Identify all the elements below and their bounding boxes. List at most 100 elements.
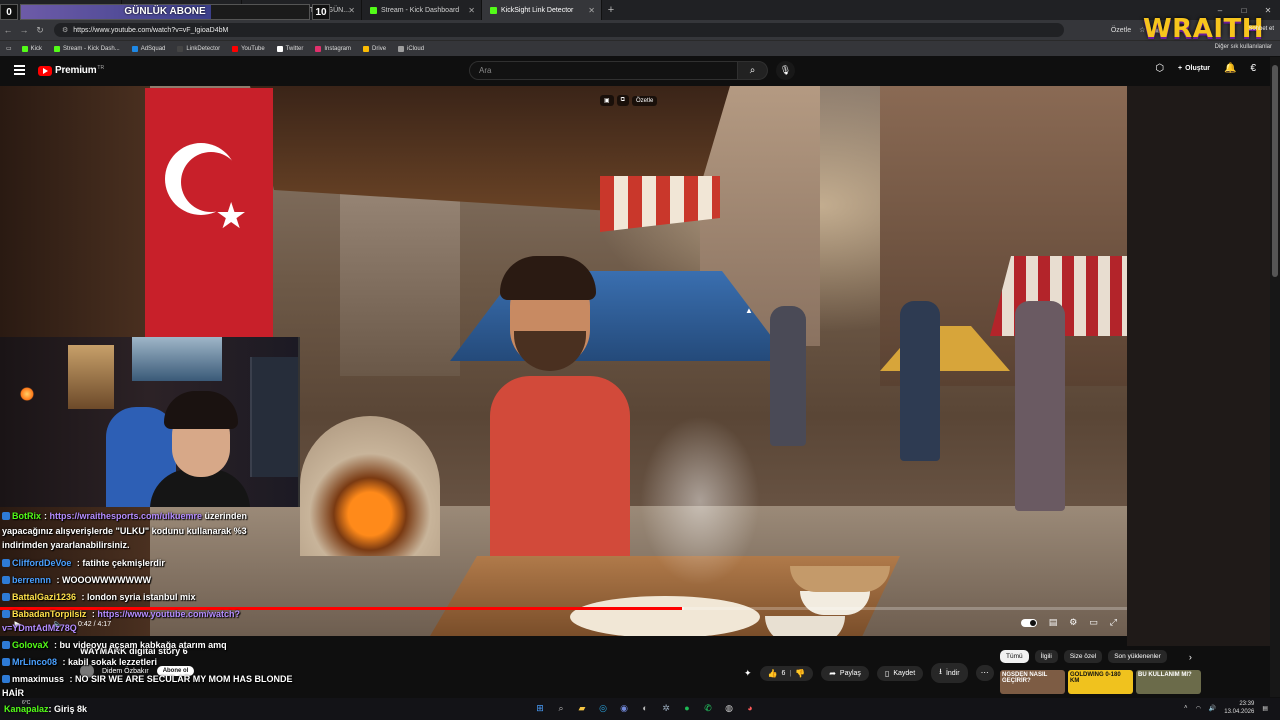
chat-link[interactable]: v=YDmtAdMz78Q bbox=[2, 623, 77, 633]
autoplay-toggle[interactable] bbox=[1020, 618, 1037, 627]
scrollbar-thumb[interactable] bbox=[1272, 65, 1278, 277]
menu-icon[interactable] bbox=[14, 65, 25, 75]
chevron-right-icon[interactable]: › bbox=[1189, 652, 1192, 662]
bookmark-label: Drive bbox=[372, 45, 387, 52]
bookmark-item[interactable]: Kick bbox=[21, 45, 43, 52]
site-info-icon[interactable]: ⚙ bbox=[62, 26, 68, 34]
pip-icon[interactable]: ▣ bbox=[600, 95, 614, 106]
windows-taskbar: ⊞ ⌕ ▰ ◎ ◉ ◐ ✲ ● ✆ ◍ ◕ ˄ ◠ 🔊 23:39 13.04.2… bbox=[0, 698, 1280, 720]
chat-text: üzerinden bbox=[202, 511, 248, 521]
clock-date: 13.04.2026 bbox=[1224, 709, 1255, 715]
chip-all[interactable]: Tümü bbox=[1000, 650, 1029, 663]
chat-link[interactable]: https://wraithesports.com/ulkuemre bbox=[50, 511, 203, 521]
back-icon[interactable]: ← bbox=[0, 25, 16, 35]
voice-search-icon[interactable]: 🎙 bbox=[776, 61, 795, 80]
miniplayer-icon[interactable]: ▭ bbox=[1089, 617, 1098, 628]
forward-icon[interactable]: → bbox=[16, 25, 32, 35]
download-button[interactable]: ⭳ İndir bbox=[931, 663, 968, 683]
wifi-icon[interactable]: ◠ bbox=[1196, 705, 1201, 712]
new-tab-button[interactable]: + bbox=[602, 4, 620, 16]
chat-text: yapacağınız alışverişlerde "ULKU" kodunu… bbox=[2, 526, 247, 536]
file-explorer-icon[interactable]: ▰ bbox=[575, 701, 589, 715]
url-text: https://www.youtube.com/watch?v=vF_Igioa… bbox=[73, 26, 229, 34]
subtitles-icon[interactable]: ▤ bbox=[1049, 617, 1058, 628]
settings-icon[interactable]: ⚙ bbox=[1069, 617, 1077, 628]
chat-message-line: mmaximuss : NO SIR WE ARE SECULAR MY MOM… bbox=[2, 673, 293, 685]
chat-link[interactable]: https://www.youtube.com/watch? bbox=[97, 609, 240, 619]
obs-icon[interactable]: ◍ bbox=[722, 701, 736, 715]
speaker-icon[interactable]: 🔊 bbox=[1209, 705, 1216, 712]
cast-icon[interactable]: ⬡ bbox=[1155, 63, 1164, 74]
steam bbox=[640, 416, 760, 586]
settings-app-icon[interactable]: ✲ bbox=[659, 701, 673, 715]
start-icon[interactable]: ⊞ bbox=[533, 701, 547, 715]
bookmark-item[interactable]: Twitter bbox=[276, 45, 303, 52]
summarize-button[interactable]: Özetle bbox=[1111, 27, 1131, 34]
chrome-icon[interactable]: ◕ bbox=[743, 701, 757, 715]
bookmark-item[interactable]: Drive bbox=[363, 45, 387, 52]
bookmark-item[interactable]: Instagram bbox=[315, 45, 351, 52]
notifications-icon[interactable]: 🔔 bbox=[1224, 63, 1236, 74]
youtube-logo[interactable]: Premium TR bbox=[38, 65, 104, 76]
youtube-header: Premium TR Ara ⌕ 🎙 ⬡ + Oluştur 🔔 € bbox=[0, 57, 1280, 85]
fullscreen-icon[interactable]: ⤢ bbox=[1110, 617, 1117, 628]
tab-close-icon[interactable]: ✕ bbox=[588, 6, 595, 15]
chat-message-line: BotRix: https://wraithesports.com/ulkuem… bbox=[2, 510, 247, 522]
related-video-thumbnail[interactable]: BU KULLANIM MI? bbox=[1136, 670, 1201, 694]
tray-chevron-icon[interactable]: ˄ bbox=[1184, 705, 1188, 711]
like-button[interactable]: 👍 6 | 👎 bbox=[759, 665, 814, 681]
more-actions-icon[interactable]: ⋯ bbox=[975, 665, 994, 681]
browser-tab[interactable]: Stream - Kick Dashboard ✕ bbox=[362, 0, 482, 20]
tab-label: Stream - Kick Dashboard bbox=[381, 6, 460, 14]
bookmark-item[interactable]: LinkDetector bbox=[177, 45, 220, 52]
streamer-webcam bbox=[0, 337, 300, 507]
search-taskbar-icon[interactable]: ⌕ bbox=[554, 701, 568, 715]
steam-icon[interactable]: ◐ bbox=[638, 701, 652, 715]
goal-current-count: 0 bbox=[0, 4, 18, 20]
account-icon[interactable]: € bbox=[1250, 63, 1256, 74]
related-video-thumbnail[interactable]: GOLDWING 0-180 KM bbox=[1068, 670, 1133, 694]
spotify-icon[interactable]: ● bbox=[680, 701, 694, 715]
bookmark-item[interactable]: AdSquad bbox=[131, 45, 165, 52]
ai-icon[interactable]: ✦ bbox=[744, 668, 752, 679]
tab-close-icon[interactable]: ✕ bbox=[468, 6, 475, 15]
thumbs-down-icon[interactable]: 👎 bbox=[795, 669, 805, 678]
search-button[interactable]: ⌕ bbox=[738, 61, 768, 80]
share-button[interactable]: ➦ Paylaş bbox=[821, 665, 869, 681]
edge-icon[interactable]: ◎ bbox=[596, 701, 610, 715]
chat-text: HAİR bbox=[2, 688, 24, 698]
chat-text: : WOOOWWWWWWW bbox=[54, 575, 151, 585]
bookmark-item[interactable]: iCloud bbox=[398, 45, 424, 52]
screen-icon[interactable]: ⧉ bbox=[616, 95, 629, 106]
reload-icon[interactable]: ↻ bbox=[32, 25, 48, 36]
bookmark-item[interactable]: Stream - Kick Dash... bbox=[54, 45, 120, 52]
save-button[interactable]: ▯ Kaydet bbox=[876, 665, 924, 681]
browser-tab[interactable]: KickSight Link Detector ✕ bbox=[482, 0, 602, 20]
other-bookmarks[interactable]: Diğer sık kullanılanlar bbox=[1215, 44, 1272, 50]
create-button[interactable]: + Oluştur bbox=[1178, 65, 1210, 72]
notification-center-icon[interactable]: ▤ bbox=[1262, 705, 1268, 712]
page-scrollbar[interactable] bbox=[1270, 57, 1280, 697]
chip-for-you[interactable]: Size özel bbox=[1063, 650, 1103, 663]
related-thumbnails: NGSDEN NASIL GEÇİRİR? GOLDWING 0-180 KM BU… bbox=[1000, 670, 1201, 694]
related-video-thumbnail[interactable]: NGSDEN NASIL GEÇİRİR? bbox=[1000, 670, 1065, 694]
chip-related[interactable]: İlgili bbox=[1034, 650, 1058, 663]
chat-badge-icon bbox=[2, 641, 10, 649]
bookmark-label: Kick bbox=[30, 45, 43, 52]
chip-recent[interactable]: Son yüklenenler bbox=[1108, 650, 1167, 663]
clock[interactable]: 23:39 13.04.2026 bbox=[1224, 700, 1254, 716]
chat-button[interactable]: Sohbet et bbox=[1248, 26, 1274, 32]
tab-close-icon[interactable]: ✕ bbox=[348, 6, 355, 15]
summarize-video-button[interactable]: Özetle bbox=[631, 95, 658, 106]
taskbar-apps: ⊞ ⌕ ▰ ◎ ◉ ◐ ✲ ● ✆ ◍ ◕ bbox=[533, 701, 757, 715]
bookmark-favicon-icon bbox=[54, 45, 61, 52]
search-icon: ⌕ bbox=[749, 65, 756, 76]
whatsapp-icon[interactable]: ✆ bbox=[701, 701, 715, 715]
discord-icon[interactable]: ◉ bbox=[617, 701, 631, 715]
bookmarks-apps-icon[interactable]: ▭ bbox=[6, 45, 12, 52]
bookmark-item[interactable]: YouTube bbox=[232, 45, 265, 52]
address-bar[interactable]: ⚙ https://www.youtube.com/watch?v=vF_Igi… bbox=[54, 23, 1064, 37]
download-icon: ⭳ bbox=[939, 667, 942, 676]
plus-icon: + bbox=[1178, 65, 1183, 72]
search-input[interactable]: Ara bbox=[469, 61, 738, 80]
